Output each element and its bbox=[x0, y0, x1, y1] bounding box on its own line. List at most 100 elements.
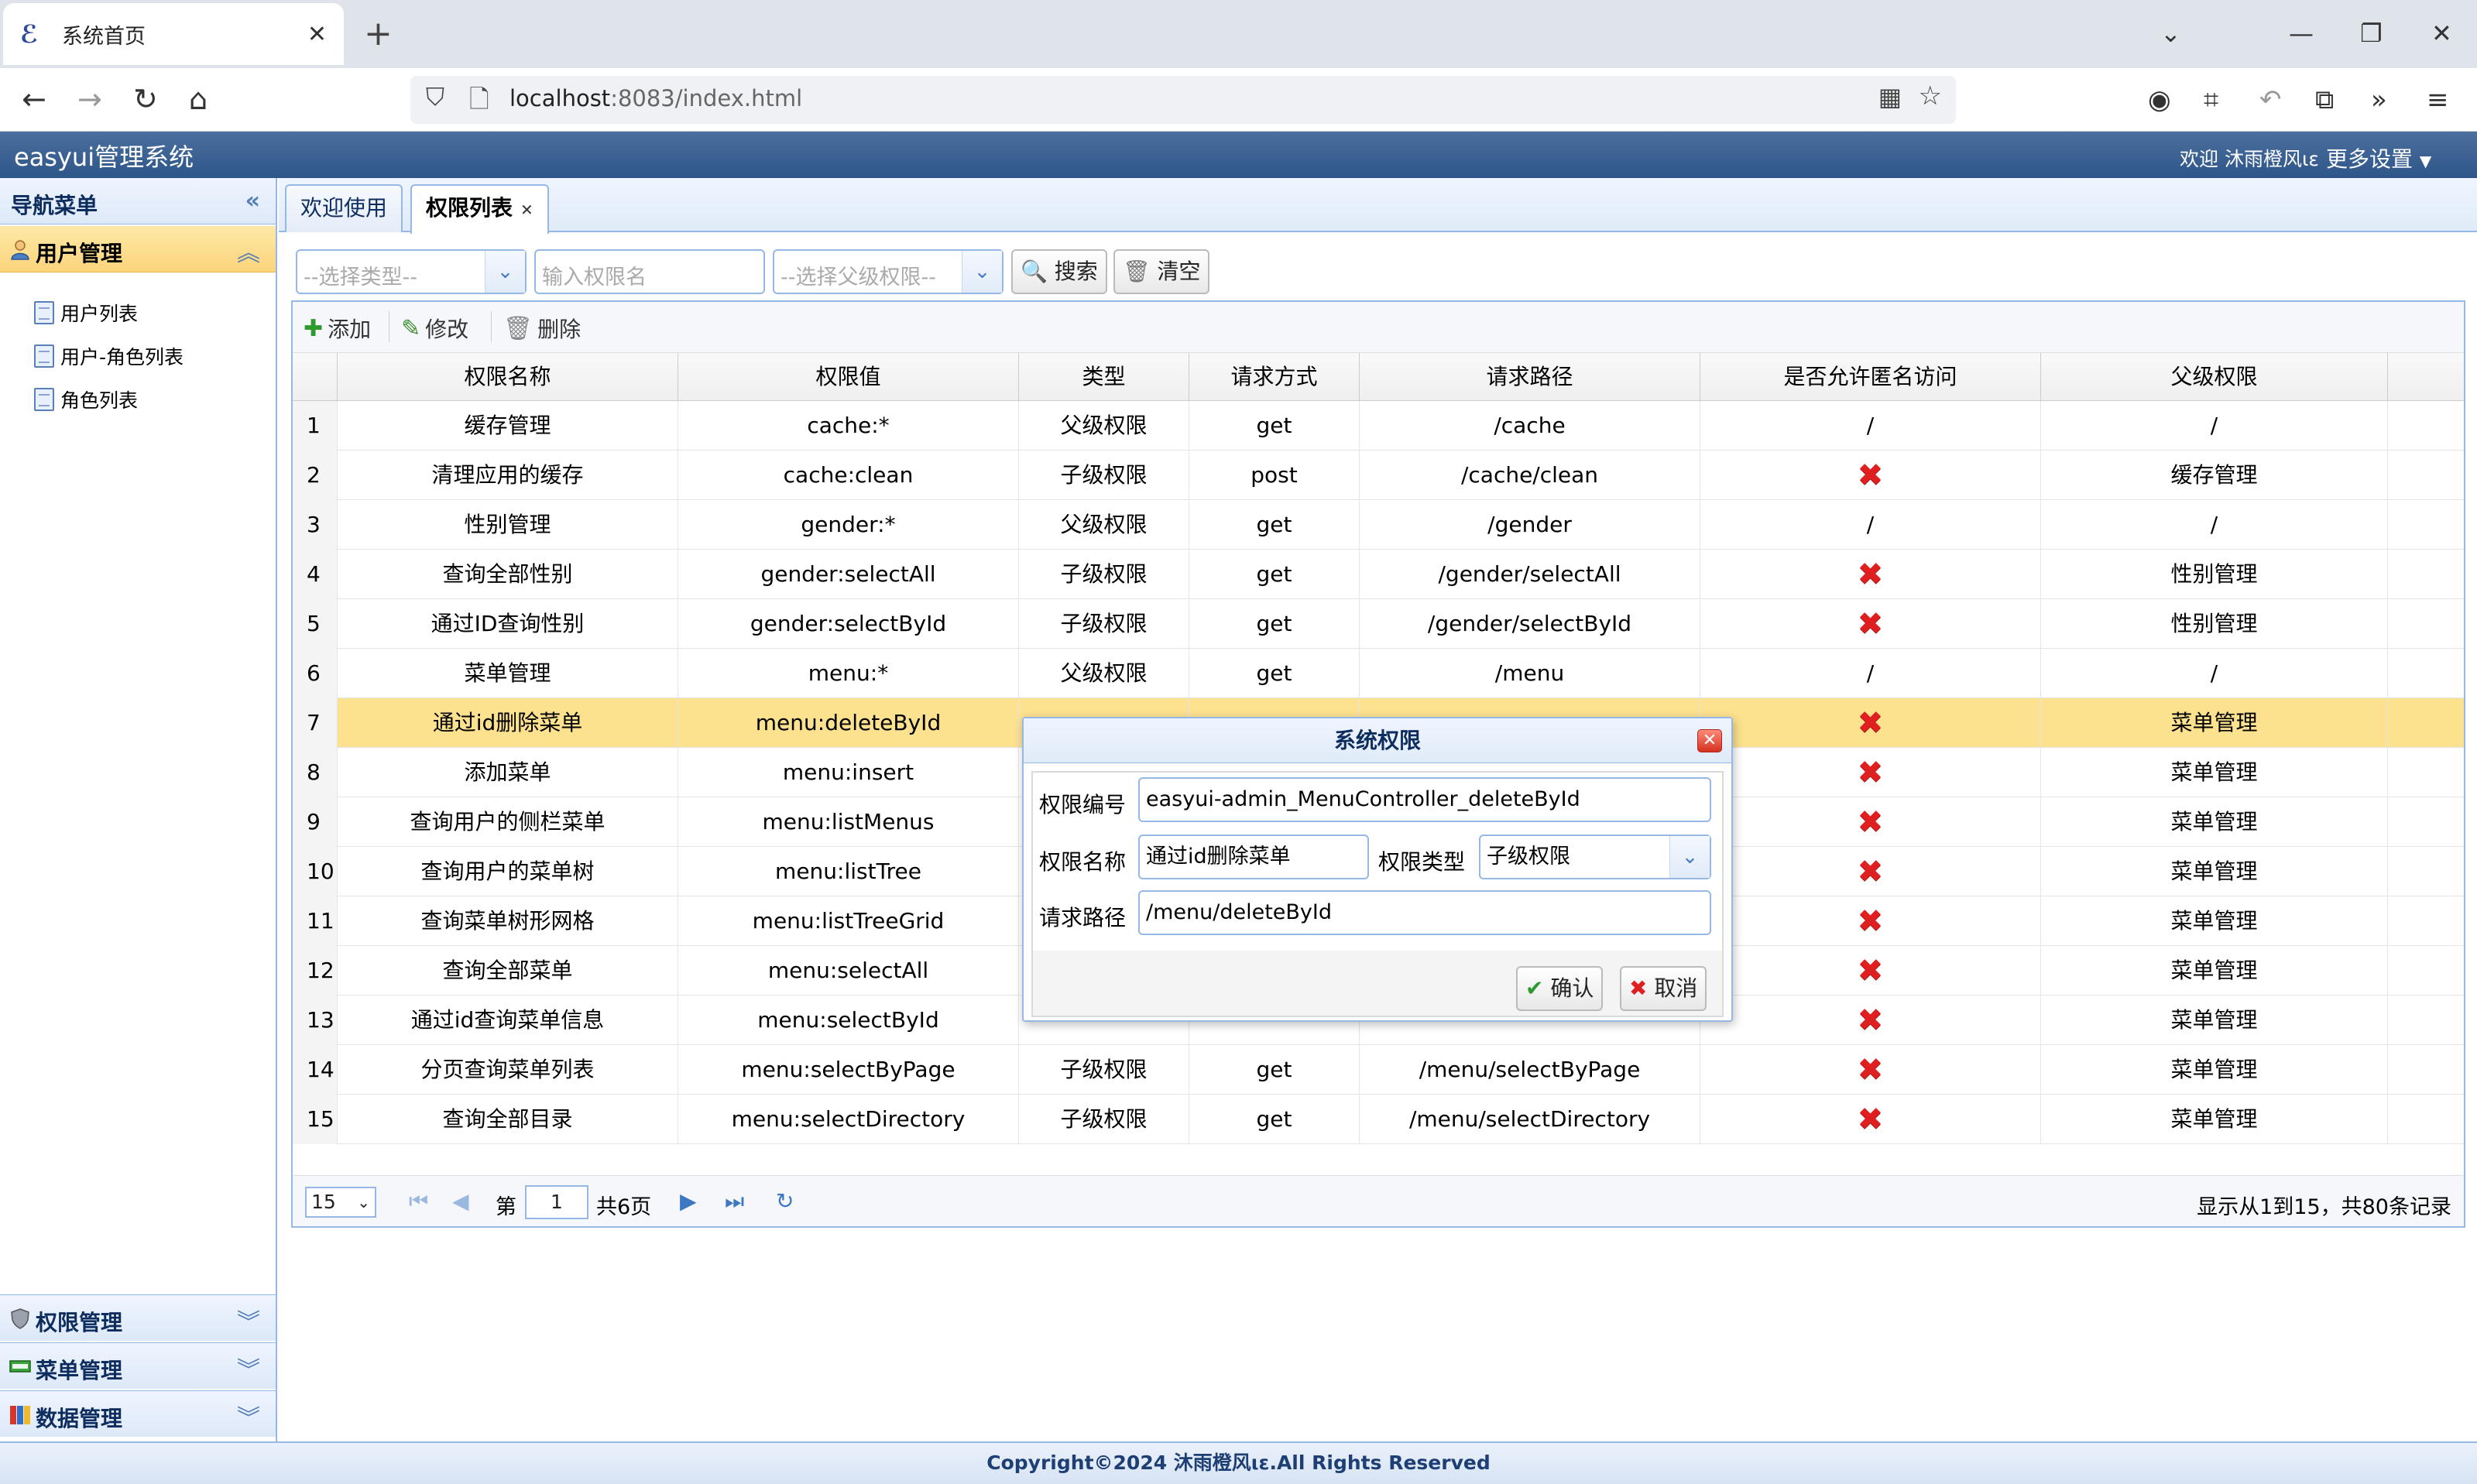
last-page-icon[interactable]: ⏭ bbox=[725, 1188, 744, 1215]
shield-icon[interactable]: ⛉ bbox=[426, 82, 444, 112]
column-header[interactable]: 权限值 bbox=[678, 353, 1019, 401]
edit-button-label: 修改 bbox=[425, 317, 469, 342]
column-header[interactable]: 父级权限 bbox=[2041, 353, 2388, 401]
row-number: 13 bbox=[293, 996, 338, 1045]
undo-icon[interactable]: ↶ bbox=[2259, 81, 2282, 119]
collapse-left-icon[interactable]: « bbox=[245, 187, 260, 214]
permission-name-placeholder: 输入权限名 bbox=[542, 266, 647, 290]
cell-name: 缓存管理 bbox=[338, 401, 678, 451]
chevron-down-icon: ⌄ bbox=[357, 1193, 370, 1212]
chevron-down-icon[interactable]: ︾ bbox=[237, 1399, 260, 1433]
column-header[interactable]: 权限名称 bbox=[338, 353, 678, 401]
table-row[interactable]: 6 菜单管理 menu:* 父级权限 get/menu / / bbox=[293, 649, 2464, 698]
cell-parent: / bbox=[2041, 401, 2388, 451]
row-number: 9 bbox=[293, 797, 338, 847]
forward-icon[interactable]: → bbox=[77, 79, 102, 119]
permission-id-field[interactable]: easyui-admin_MenuController_deleteById bbox=[1138, 777, 1711, 822]
column-header[interactable]: 请求方式 bbox=[1189, 353, 1360, 401]
extensions-icon[interactable]: ⧉ bbox=[2315, 81, 2334, 119]
menu-icon[interactable]: ≡ bbox=[2427, 81, 2449, 119]
edit-button[interactable]: ✎ 修改 bbox=[401, 313, 468, 344]
sidebar-item-user-list[interactable]: 用户列表 bbox=[34, 299, 138, 327]
cancel-button[interactable]: ✖ 取消 bbox=[1620, 966, 1707, 1011]
chevron-down-icon[interactable]: ︾ bbox=[237, 1303, 260, 1337]
account-icon[interactable]: ◉ bbox=[2148, 81, 2171, 119]
denied-x-icon: ✖ bbox=[1857, 755, 1884, 790]
nav-title: 导航菜单 bbox=[11, 193, 98, 218]
request-path-field[interactable]: /menu/deleteById bbox=[1138, 890, 1711, 935]
cell-parent: 菜单管理 bbox=[2041, 946, 2388, 996]
sidebar-item-label: 角色列表 bbox=[60, 389, 139, 412]
column-header[interactable]: 是否允许匿名访问 bbox=[1700, 353, 2041, 401]
permission-name-input[interactable]: 输入权限名 bbox=[534, 249, 765, 294]
chevron-down-icon[interactable]: ⌄ bbox=[1669, 836, 1710, 878]
new-tab-icon[interactable]: + bbox=[364, 11, 393, 57]
anon-access-cell: ✖ bbox=[1700, 748, 2041, 797]
close-window-icon[interactable]: ✕ bbox=[2431, 14, 2452, 53]
page-number-input[interactable]: 1 bbox=[525, 1185, 588, 1219]
accordion-menu-management[interactable]: 菜单管理 ︾ bbox=[0, 1342, 276, 1389]
more-settings-button[interactable]: 更多设置 ▼ bbox=[2326, 142, 2431, 173]
tab-welcome[interactable]: 欢迎使用 bbox=[285, 184, 403, 232]
accordion-user-management[interactable]: 用户管理 ︽ bbox=[0, 226, 276, 272]
permission-type-select[interactable]: 子级权限 ⌄ bbox=[1479, 835, 1711, 879]
confirm-button[interactable]: ✔ 确认 bbox=[1516, 966, 1604, 1011]
table-row[interactable]: 5 通过ID查询性别 gender:selectById 子级权限 get/gender… bbox=[293, 599, 2464, 649]
check-icon: ✔ bbox=[1525, 975, 1544, 1001]
next-page-icon[interactable]: ▶ bbox=[680, 1188, 697, 1214]
delete-button[interactable]: 🗑 删除 bbox=[503, 313, 581, 344]
address-bar[interactable]: ⛉ 🗋 localhost:8083/index.html ▦ ☆ bbox=[410, 76, 1956, 124]
permission-name-label: 权限名称 bbox=[1039, 849, 1127, 875]
close-tab-icon[interactable]: ✕ bbox=[520, 200, 533, 219]
restore-icon[interactable]: ❐ bbox=[2360, 14, 2383, 53]
screenshot-icon[interactable]: ⌗ bbox=[2204, 81, 2218, 119]
sidebar-item-role-list[interactable]: 角色列表 bbox=[34, 386, 138, 413]
table-row[interactable]: 15 查询全部目录 menu:selectDirectory 子级权限 get/menu… bbox=[293, 1095, 2464, 1144]
prev-page-icon[interactable]: ◀ bbox=[452, 1188, 469, 1214]
list-tabs-icon[interactable]: ⌄ bbox=[2160, 14, 2181, 53]
back-icon[interactable]: ← bbox=[22, 79, 46, 119]
tab-permission-list[interactable]: 权限列表 ✕ bbox=[410, 184, 549, 234]
cell-parent: 菜单管理 bbox=[2041, 698, 2388, 748]
app-header: easyui管理系统 欢迎 沐雨橙风ιε 更多设置 ▼ bbox=[0, 132, 2477, 178]
clear-button[interactable]: 🗑 清空 bbox=[1113, 249, 1210, 294]
home-icon[interactable]: ⌂ bbox=[189, 79, 208, 119]
add-button[interactable]: ✚ 添加 bbox=[304, 313, 371, 344]
accordion-permission-management[interactable]: 权限管理 ︾ bbox=[0, 1294, 276, 1341]
table-row[interactable]: 3 性别管理 gender:* 父级权限 get/gender / / bbox=[293, 500, 2464, 550]
qr-code-icon[interactable]: ▦ bbox=[1878, 82, 1902, 111]
parent-permission-select[interactable]: --选择父级权限-- ⌄ bbox=[773, 249, 1003, 294]
page-size-select[interactable]: 15 ⌄ bbox=[305, 1187, 376, 1218]
minimize-icon[interactable]: — bbox=[2289, 14, 2314, 53]
chevron-down-icon[interactable]: ︾ bbox=[237, 1351, 260, 1385]
column-header[interactable]: 请求路径 bbox=[1360, 353, 1700, 401]
chevron-up-icon[interactable]: ︽ bbox=[237, 234, 260, 268]
more-tools-icon[interactable]: » bbox=[2371, 81, 2387, 119]
table-row[interactable]: 14 分页查询菜单列表 menu:selectByPage 子级权限 get/menu/… bbox=[293, 1045, 2464, 1095]
accordion-data-management[interactable]: 数据管理 ︾ bbox=[0, 1390, 276, 1437]
search-button[interactable]: 🔍 搜索 bbox=[1011, 249, 1107, 294]
table-row[interactable]: 1 缓存管理 cache:* 父级权限 get/cache / / bbox=[293, 401, 2464, 451]
column-header[interactable]: 类型 bbox=[1019, 353, 1189, 401]
type-select[interactable]: --选择类型-- ⌄ bbox=[296, 249, 527, 294]
cell-name: 通过ID查询性别 bbox=[338, 599, 678, 649]
permission-name-field[interactable]: 通过id删除菜单 bbox=[1138, 835, 1369, 879]
table-row[interactable]: 2 清理应用的缓存 cache:clean 子级权限 post/cache/clean ✖… bbox=[293, 451, 2464, 500]
permission-type-value: 子级权限 bbox=[1487, 845, 1570, 869]
row-number: 2 bbox=[293, 451, 338, 500]
close-tab-icon[interactable]: ✕ bbox=[307, 21, 327, 48]
sidebar-item-user-role-list[interactable]: 用户-角色列表 bbox=[34, 342, 184, 370]
close-icon[interactable]: ✕ bbox=[1697, 729, 1722, 752]
cell-type: 父级权限 bbox=[1019, 401, 1189, 451]
chevron-down-icon[interactable]: ⌄ bbox=[962, 251, 1002, 293]
table-row[interactable]: 4 查询全部性别 gender:selectAll 子级权限 get/gender/se… bbox=[293, 550, 2464, 599]
first-page-icon[interactable]: ⏮ bbox=[409, 1188, 428, 1215]
cell-name: 性别管理 bbox=[338, 500, 678, 550]
chevron-down-icon[interactable]: ⌄ bbox=[485, 251, 525, 293]
accordion-user-label: 用户管理 bbox=[36, 241, 123, 266]
browser-tab[interactable]: ℰ 系统首页 ✕ bbox=[3, 3, 344, 65]
bookmark-star-icon[interactable]: ☆ bbox=[1919, 81, 1942, 111]
anon-access-cell: ✖ bbox=[1700, 1045, 2041, 1095]
reload-icon[interactable]: ↻ bbox=[133, 79, 158, 119]
refresh-icon[interactable]: ↻ bbox=[776, 1188, 794, 1214]
